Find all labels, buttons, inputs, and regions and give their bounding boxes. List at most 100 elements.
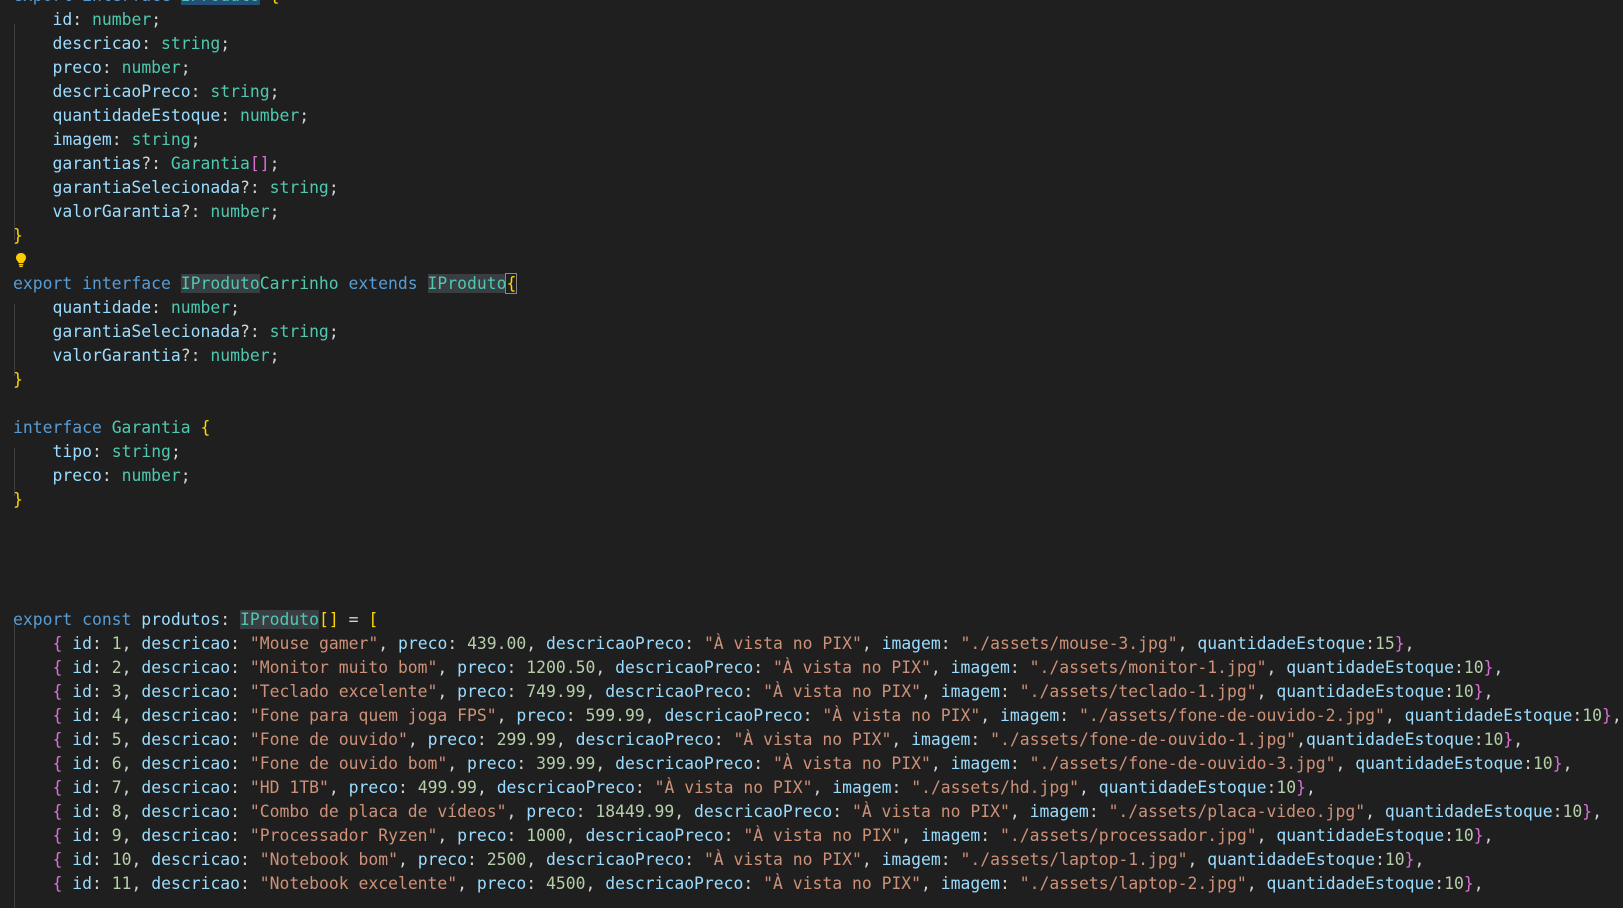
code-token-bracket: { (52, 850, 63, 869)
code-token-type: IProduto (240, 610, 319, 629)
code-token-punctuation (62, 658, 72, 677)
code-token-bracket: { (52, 706, 63, 725)
code-token-punctuation: : (111, 130, 132, 149)
code-token-punctuation: , (131, 850, 152, 869)
code-token-identifier: descricaoPreco (664, 706, 803, 725)
code-token-punctuation: , (1562, 754, 1573, 773)
code-token-punctuation (13, 874, 52, 893)
code-token-type: string (111, 442, 171, 461)
code-token-punctuation: : (802, 706, 823, 725)
code-token-bracket: } (1394, 634, 1405, 653)
code-token-punctuation: : (970, 730, 991, 749)
code-token-punctuation: , (1246, 874, 1267, 893)
code-token-identifier: quantidadeEstoque (1276, 682, 1445, 701)
code-token-punctuation: : (141, 34, 162, 53)
code-token-punctuation: : (220, 610, 240, 629)
code-token-punctuation: : (1572, 706, 1583, 725)
code-token-punctuation: ; (269, 346, 280, 365)
code-token-identifier: descricao (141, 826, 231, 845)
code-token-punctuation: ; (299, 106, 310, 125)
code-token-punctuation: , (674, 802, 695, 821)
code-token-identifier: preco (457, 826, 507, 845)
code-token-identifier: id (72, 754, 92, 773)
code-token-identifier: imagem (999, 706, 1060, 725)
code-token-string-literal: "À vista no PIX" (703, 850, 862, 869)
code-token-punctuation (62, 826, 72, 845)
code-token-punctuation: : (1444, 826, 1454, 845)
code-line: } (0, 488, 1623, 512)
code-token-identifier: imagem (921, 826, 981, 845)
code-token-punctuation: , (437, 658, 458, 677)
code-token-string-literal: "Processador Ryzen" (249, 826, 438, 845)
code-token-punctuation: , (1266, 658, 1287, 677)
code-token-punctuation: , (1611, 706, 1622, 725)
code-token-punctuation (13, 658, 52, 677)
code-token-punctuation: , (891, 730, 912, 749)
code-token-punctuation: : (506, 682, 527, 701)
code-token-punctuation: : (91, 730, 112, 749)
code-token-punctuation: : (753, 658, 773, 677)
code-token-string-literal: "À vista no PIX" (773, 658, 931, 677)
code-token-punctuation (13, 754, 52, 773)
code-token-string-literal: "Mouse gamer" (249, 634, 379, 653)
code-token-punctuation: , (397, 850, 418, 869)
code-token-string-literal: "./assets/processador.jpg" (1000, 826, 1257, 845)
code-token-identifier: quantidadeEstoque (1197, 634, 1366, 653)
code-token-punctuation: , (555, 730, 576, 749)
code-token-punctuation: : (91, 658, 112, 677)
code-token-punctuation: , (476, 778, 497, 797)
code-token-identifier: descricaoPreco (615, 658, 754, 677)
code-token-number-literal: 1200.50 (526, 658, 596, 677)
code-token-punctuation (62, 874, 72, 893)
code-token-keyword: const (82, 610, 142, 629)
code-token-identifier: preco (526, 802, 576, 821)
code-token-string-literal: "À vista no PIX" (654, 778, 813, 797)
code-token-number-literal: 6 (111, 754, 122, 773)
code-token-type: string (210, 82, 270, 101)
code-token-punctuation: : (1009, 754, 1030, 773)
code-token-identifier: quantidadeEstoque (1207, 850, 1376, 869)
code-token-punctuation: ?: (180, 346, 211, 365)
code-token-punctuation: , (980, 706, 1000, 725)
code-token-punctuation (13, 778, 52, 797)
code-token-punctuation: , (121, 730, 142, 749)
code-token-punctuation: , (1404, 634, 1415, 653)
code-token-punctuation (191, 418, 201, 437)
code-line: garantias?: Garantia[]; (0, 152, 1623, 176)
code-token-punctuation (62, 850, 72, 869)
code-line: quantidade: number; (0, 296, 1623, 320)
code-area[interactable]: export interface IProduto { id: number; … (0, 0, 1623, 908)
code-token-string-literal: "Notebook bom" (259, 850, 398, 869)
code-token-punctuation: : (723, 826, 744, 845)
code-token-punctuation: , (585, 874, 606, 893)
code-token-punctuation: : (743, 682, 764, 701)
code-token-number-literal: 4500 (546, 874, 586, 893)
code-token-punctuation (13, 58, 52, 77)
code-token-number-literal: 5 (111, 730, 122, 749)
code-token-punctuation: , (1296, 730, 1306, 749)
code-token-identifier: quantidadeEstoque (1404, 706, 1573, 725)
code-line: { id: 8, descricao: "Combo de placa de v… (0, 800, 1623, 824)
indent-guide (14, 24, 15, 240)
code-token-identifier: imagem (881, 634, 941, 653)
code-token-punctuation: : (91, 634, 112, 653)
code-token-type: Garantia (170, 154, 250, 173)
code-token-punctuation: : (240, 850, 260, 869)
code-token-punctuation: : (1552, 802, 1563, 821)
code-token-identifier: descricaoPreco (585, 826, 724, 845)
code-token-punctuation: : (151, 298, 171, 317)
code-token-number-literal: 1 (111, 634, 122, 653)
code-token-bracket: { (52, 682, 63, 701)
code-token-punctuation (13, 706, 52, 725)
code-token-string-literal: "À vista no PIX" (773, 754, 931, 773)
code-token-punctuation: , (121, 634, 142, 653)
code-token-punctuation: , (121, 802, 142, 821)
code-token-identifier: imagem (950, 658, 1010, 677)
code-token-identifier: quantidadeEstoque (1384, 802, 1553, 821)
code-token-string-literal: "./assets/fone-de-ouvido-1.jpg" (990, 730, 1297, 749)
code-editor[interactable]: export interface IProduto { id: number; … (0, 0, 1623, 908)
code-token-punctuation: , (121, 826, 142, 845)
code-token-punctuation: , (457, 874, 477, 893)
